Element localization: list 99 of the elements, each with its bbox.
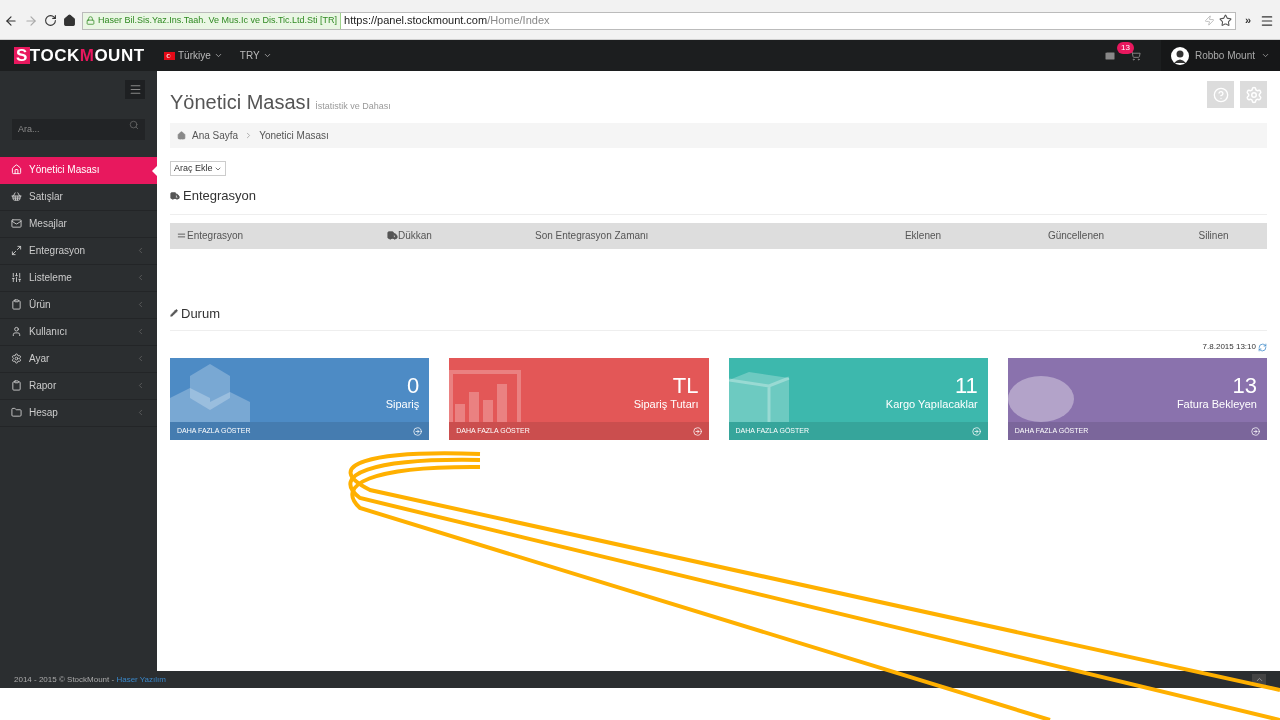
certificate-label[interactable]: Haser Bil.Sis.Yaz.Ins.Taah. Ve Mus.Ic ve Dis.Tic.Ltd.Sti [TR] bbox=[83, 12, 342, 29]
lines-icon bbox=[176, 230, 187, 241]
sidebar-item[interactable]: Ürün bbox=[0, 291, 157, 319]
folder-icon bbox=[11, 407, 22, 418]
expand-icon bbox=[11, 245, 22, 256]
tile-value: 13 bbox=[1232, 374, 1257, 398]
tile-label: Sipariş Tutarı bbox=[633, 398, 699, 411]
column-header: Eklenen bbox=[903, 229, 943, 243]
refresh-icon[interactable] bbox=[1258, 342, 1267, 352]
chevron-left-icon bbox=[136, 300, 145, 309]
truck-icon bbox=[170, 190, 180, 201]
sidebar-item-label: Kullanıcı bbox=[29, 325, 69, 339]
sidebar-item[interactable]: Satışlar bbox=[0, 183, 157, 211]
breadcrumb-link[interactable]: Ana Sayfa bbox=[192, 128, 239, 143]
sidebar-item-label: Listeleme bbox=[29, 271, 73, 285]
chevron-down-icon bbox=[1261, 51, 1270, 60]
lock-icon bbox=[86, 16, 95, 25]
chevron-left-icon bbox=[136, 381, 145, 390]
notification-badge: 13 bbox=[1116, 42, 1134, 54]
breadcrumb-link[interactable]: Yonetici Masası bbox=[259, 128, 329, 143]
sidebar-item-label: Yönetici Masası bbox=[29, 163, 101, 177]
column-header: Entegrasyon bbox=[176, 228, 387, 243]
reload-icon[interactable] bbox=[44, 14, 57, 27]
scroll-top-button[interactable] bbox=[1252, 674, 1266, 685]
truck-icon bbox=[387, 230, 398, 241]
add-tool-button[interactable]: Araç Ekle bbox=[170, 161, 226, 176]
sidebar-item-label: Satışlar bbox=[29, 190, 64, 204]
avatar-icon bbox=[1170, 46, 1189, 65]
sidebar-item[interactable]: Entegrasyon bbox=[0, 237, 157, 265]
sidebar-item[interactable]: Hesap bbox=[0, 399, 157, 427]
sidebar-item-label: Mesajlar bbox=[29, 217, 68, 231]
sidebar-item-label: Hesap bbox=[29, 406, 59, 420]
home-icon bbox=[177, 131, 186, 140]
column-header: Güncellenen bbox=[1046, 229, 1106, 243]
page-subtitle: İstatistik ve Dahası bbox=[315, 100, 391, 113]
extensions-overflow[interactable]: » bbox=[1241, 12, 1254, 29]
sidebar-item[interactable]: Kullanıcı bbox=[0, 318, 157, 346]
chevron-left-icon bbox=[136, 408, 145, 417]
user-menu[interactable]: Robbo Mount bbox=[1160, 40, 1280, 71]
pencil-icon bbox=[170, 309, 178, 318]
tile-value: TL bbox=[672, 374, 699, 398]
home-icon bbox=[11, 164, 22, 175]
back-icon[interactable] bbox=[4, 13, 18, 28]
footer-link[interactable]: Haser Yazılım bbox=[116, 674, 166, 684]
sidebar-item[interactable]: Listeleme bbox=[0, 264, 157, 292]
home-icon[interactable] bbox=[63, 14, 76, 27]
sidebar-item-label: Entegrasyon bbox=[29, 244, 87, 258]
footer-text: 2014 - 2015 © StockMount - Haser Yazılım bbox=[14, 673, 166, 686]
sidebar-item-label: Ayar bbox=[29, 352, 51, 366]
sidebar-item[interactable]: Ayar bbox=[0, 345, 157, 373]
address-bar[interactable]: Haser Bil.Sis.Yaz.Ins.Taah. Ve Mus.Ic ve Dis.Tic.Ltd.Sti [TR] https://panel.stockmount.com/Home/Index bbox=[82, 11, 1236, 30]
search-icon bbox=[129, 120, 139, 130]
sidebar-item[interactable]: Rapor bbox=[0, 372, 157, 400]
tile-label: Sipariş bbox=[385, 398, 420, 411]
chevron-left-icon bbox=[136, 246, 145, 255]
page-title: Yönetici Masası bbox=[170, 90, 312, 115]
chevron-left-icon bbox=[136, 327, 145, 336]
box-icon bbox=[728, 370, 791, 422]
sidebar-item-label: Rapor bbox=[29, 379, 58, 393]
help-icon bbox=[1212, 86, 1229, 103]
menu-icon bbox=[128, 83, 142, 96]
url-text: https://panel.stockmount.com/Home/Index bbox=[344, 13, 550, 29]
cart-icon[interactable] bbox=[1129, 50, 1141, 61]
sidebar-toggle[interactable] bbox=[125, 80, 145, 99]
section-title: Durum bbox=[181, 304, 220, 323]
settings-icon bbox=[1244, 85, 1263, 104]
bar-chart-icon bbox=[449, 370, 522, 422]
sliders-icon bbox=[11, 272, 22, 283]
settings-icon bbox=[11, 353, 22, 364]
oval-icon bbox=[1007, 376, 1074, 422]
chevron-up-icon bbox=[1254, 675, 1264, 684]
star-icon[interactable] bbox=[1218, 14, 1232, 27]
chevron-down-icon bbox=[213, 51, 223, 60]
column-header: Silinen bbox=[1197, 229, 1230, 243]
tile-label: Fatura Bekleyen bbox=[1176, 398, 1257, 411]
lightning-icon bbox=[1203, 15, 1215, 26]
section-title: Entegrasyon bbox=[183, 187, 256, 205]
flag-icon bbox=[164, 51, 175, 60]
clipboard-icon bbox=[11, 380, 22, 391]
menu-icon[interactable] bbox=[1260, 13, 1274, 28]
chevron-left-icon bbox=[136, 273, 145, 282]
column-header: Son Entegrasyon Zamanı bbox=[535, 229, 650, 243]
chevron-down-icon bbox=[262, 51, 272, 60]
navbar-dropdown[interactable]: Türkiye bbox=[164, 48, 223, 63]
column-header: Dükkan bbox=[387, 228, 535, 243]
sidebar-item[interactable]: Mesajlar bbox=[0, 210, 157, 238]
sidebar-item[interactable]: Yönetici Masası bbox=[0, 156, 157, 184]
chevron-left-icon bbox=[136, 354, 145, 363]
navbar-dropdown[interactable]: TRY bbox=[239, 48, 272, 63]
user-icon bbox=[11, 326, 22, 337]
tile-value: 0 bbox=[407, 374, 420, 398]
clipboard-icon bbox=[11, 299, 22, 310]
basket-icon bbox=[11, 191, 22, 202]
sidebar-search-field[interactable]: Ara... bbox=[12, 118, 145, 140]
timestamp: 7.8.2015 13:10 bbox=[1202, 341, 1256, 353]
tile-value: 11 bbox=[954, 374, 978, 398]
logo[interactable]: STOCKMOUNT bbox=[0, 47, 157, 64]
tile-label: Kargo Yapılacaklar bbox=[885, 398, 978, 411]
sidebar-item-label: Ürün bbox=[29, 298, 52, 312]
